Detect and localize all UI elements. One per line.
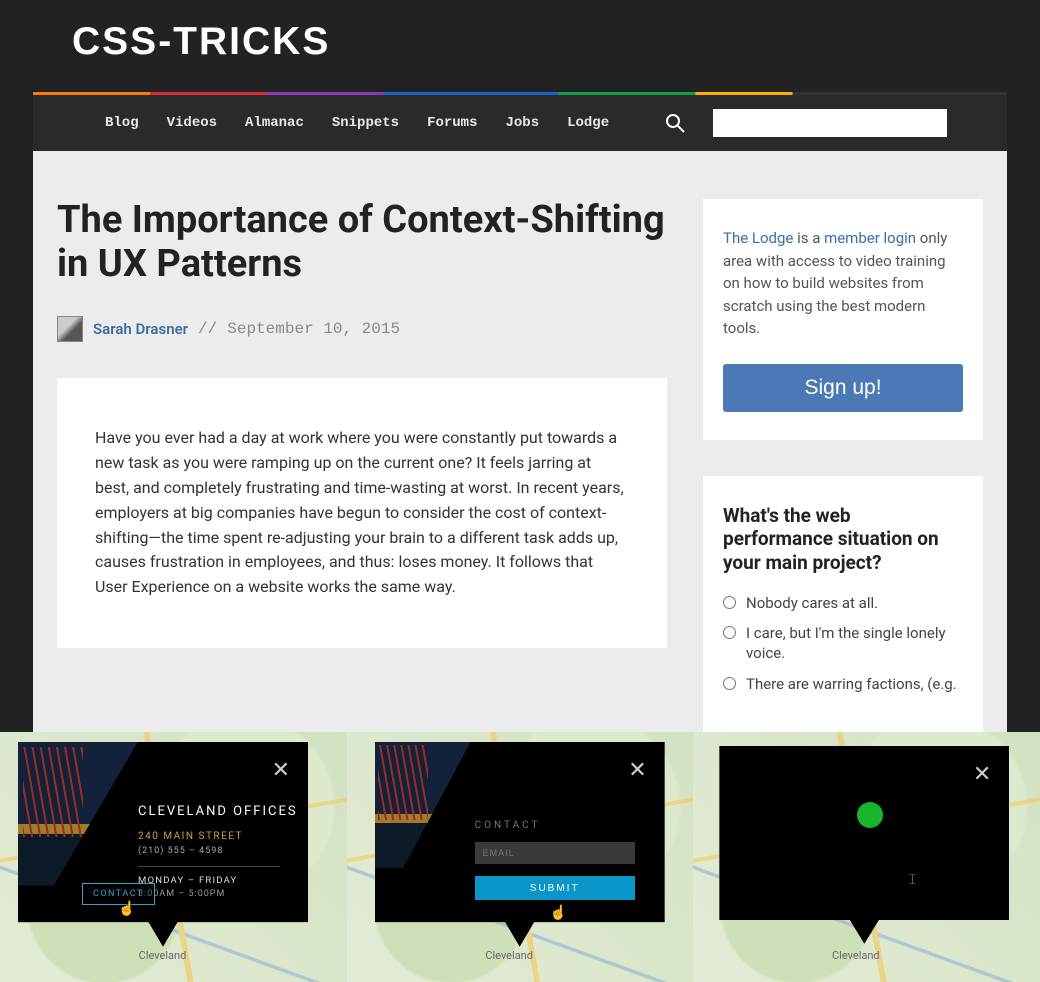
office-heading: CLEVELAND OFFICES [138,804,280,819]
loading-card: ✕ 𝙸 [719,746,1009,944]
poll-option-label: Nobody cares at all. [746,593,878,613]
map-city-label: Cleveland [485,949,533,962]
poll-option[interactable]: I care, but I'm the single lonely voice. [723,623,963,664]
lodge-link[interactable]: The Lodge [723,229,793,247]
nav-almanac[interactable]: Almanac [245,115,304,131]
office-address: 240 MAIN STREET [138,831,280,842]
poll-option[interactable]: Nobody cares at all. [723,593,963,613]
nav-jobs[interactable]: Jobs [505,115,539,131]
text-cursor-icon: 𝙸 [907,872,917,888]
lodge-text-mid: is a [793,229,824,247]
search-input[interactable] [713,109,947,137]
close-icon[interactable]: ✕ [272,760,290,782]
nav-forums[interactable]: Forums [427,115,477,131]
lodge-promo: The Lodge is a member login only area wi… [703,199,983,440]
poll-title: What's the web performance situation on … [723,504,963,575]
signup-button[interactable]: Sign up! [723,364,963,412]
divider [138,866,280,867]
info-card: ✕ CLEVELAND OFFICES 240 MAIN STREET (210… [18,742,308,947]
demo-panel-loading: Cleveland ✕ 𝙸 [693,732,1040,982]
article-title: The Importance of Context-Shifting in UX… [57,199,667,286]
submit-button[interactable]: SUBMIT [475,876,635,900]
cursor-hand-icon: ☝ [118,901,135,917]
poll-option-label: There are warring factions, (e.g. [746,674,957,694]
close-icon[interactable]: ✕ [628,760,646,782]
poll-radio[interactable] [723,626,736,639]
poll-option-label: I care, but I'm the single lonely voice. [746,623,963,664]
nav-videos[interactable]: Videos [167,115,217,131]
author-link[interactable]: Sarah Drasner [93,320,188,338]
poll-option[interactable]: There are warring factions, (e.g. [723,674,963,694]
author-avatar [57,316,83,342]
main-nav: Blog Videos Almanac Snippets Forums Jobs… [33,95,1007,151]
nav-snippets[interactable]: Snippets [332,115,399,131]
poll-radio[interactable] [723,677,736,690]
search-icon[interactable] [665,113,685,133]
lodge-description: The Lodge is a member login only area wi… [723,227,963,340]
office-hours: 8:00AM – 5:00PM [138,889,280,899]
demo-panel-info: Cleveland ✕ CLEVELAND OFFICES 240 MAIN S… [0,732,347,982]
form-card: ✕ CONTACT SUBMIT ☝ [375,742,665,947]
loading-indicator-icon [857,802,883,828]
skyline-graphic [375,742,471,922]
demo-panels: Cleveland ✕ CLEVELAND OFFICES 240 MAIN S… [0,732,1040,982]
demo-panel-form: Cleveland ✕ CONTACT SUBMIT ☝ [347,732,694,982]
cursor-hand-icon: ☝ [550,905,567,921]
poll-widget: What's the web performance situation on … [703,476,983,732]
member-login-link[interactable]: member login [824,229,916,247]
email-field[interactable] [475,842,635,864]
article-body: Have you ever had a day at work where yo… [57,378,667,648]
article-date: September 10, 2015 [227,320,400,338]
poll-radio[interactable] [723,596,736,609]
close-icon[interactable]: ✕ [973,764,991,786]
article-paragraph: Have you ever had a day at work where yo… [95,426,629,600]
nav-lodge[interactable]: Lodge [567,115,609,131]
map-city-label: Cleveland [139,949,187,962]
office-days: MONDAY – FRIDAY [138,875,280,886]
site-logo[interactable]: CSS-TRICKS [72,20,980,64]
contact-heading: CONTACT [475,820,645,831]
map-city-label: Cleveland [832,949,880,962]
nav-blog[interactable]: Blog [105,115,139,131]
byline-separator: // [198,320,217,338]
office-phone: (210) 555 – 4598 [138,846,280,856]
